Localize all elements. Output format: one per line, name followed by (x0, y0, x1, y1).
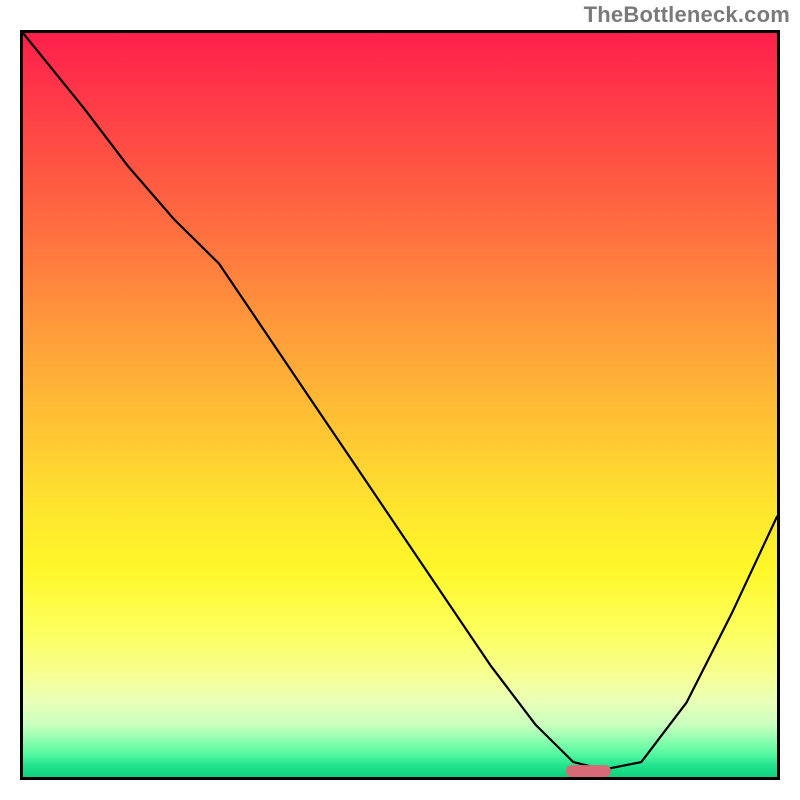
watermark-text: TheBottleneck.com (584, 2, 790, 28)
chart-stage: TheBottleneck.com (0, 0, 800, 800)
bottleneck-curve (23, 33, 777, 770)
optimal-marker (566, 765, 611, 777)
chart-overlay (23, 33, 777, 777)
plot-area (20, 30, 780, 780)
